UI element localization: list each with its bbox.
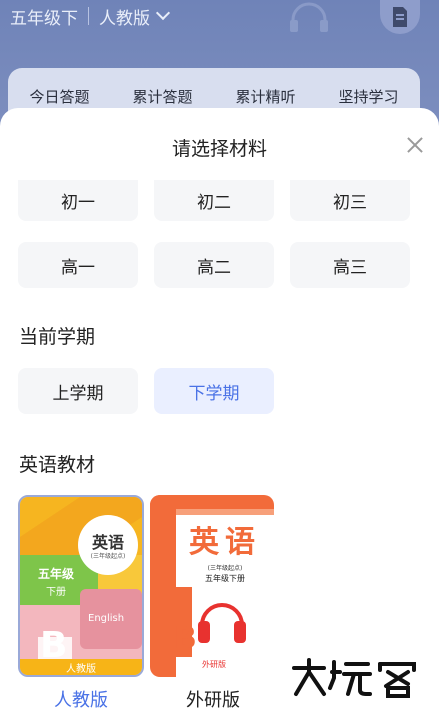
grade-chip-chu3[interactable]: 初三 [290,180,410,221]
headphone-icon[interactable] [288,0,330,34]
fltrp-cover-grade: 五年级下册 [205,574,245,583]
grade-selector[interactable]: 五年级下 人教版 [10,4,171,29]
book-cover-fltrp[interactable]: 英语 (三年级起点) 五年级下册 B 外研版 [150,495,274,677]
semester-chip-second[interactable]: 下学期 [154,368,274,414]
stat-today: 今日答题 [29,88,90,106]
fltrp-cover-subtitle: (三年级起点) [207,565,243,572]
grade-label: 五年级下 [10,8,78,29]
semester-label: 当前学期 [19,326,96,348]
watermark-logo [292,658,416,698]
pep-cover-grade: 五年级 [37,567,74,581]
grade-chip-gao1[interactable]: 高一 [18,242,138,288]
grade-chip-gao3[interactable]: 高三 [290,242,410,288]
fltrp-cover-publisher: 外研版 [202,660,226,669]
pep-cover-volume: 下册 [46,587,66,598]
chevron-down-icon [155,5,171,21]
pep-cover-title: 英语 [91,533,124,552]
book-caption-fltrp[interactable]: 外研版 [150,686,276,712]
close-icon[interactable] [405,135,425,155]
stat-streak: 坚持学习 [338,88,399,106]
grade-chip-gao2[interactable]: 高二 [154,242,274,288]
stat-total-answers: 累计答题 [132,88,193,106]
stat-total-listening: 累计精听 [235,88,296,106]
document-icon[interactable] [380,0,420,34]
fltrp-cover-title: 英语 [189,525,261,560]
pep-cover-english: English [88,613,125,624]
grade-chip-chu2[interactable]: 初二 [154,180,274,221]
pep-cover-subtitle: (三年级起点) [90,553,126,560]
sheet-title: 请选择材料 [171,138,267,160]
book-cover-pep[interactable]: 英语 (三年级起点) 五年级 下册 English B 人教版 [18,495,144,677]
edition-label: 人教版 [99,8,150,29]
grade-chip-chu1[interactable]: 初一 [18,180,138,221]
stats-row: 今日答题 累计答题 累计精听 坚持学习 [8,86,420,107]
pep-cover-publisher: 人教版 [66,664,96,675]
divider [88,7,89,25]
textbook-label: 英语教材 [19,454,96,476]
fltrp-cover-letter: B [174,621,197,656]
book-caption-pep[interactable]: 人教版 [18,686,144,712]
semester-chip-first[interactable]: 上学期 [18,368,138,414]
